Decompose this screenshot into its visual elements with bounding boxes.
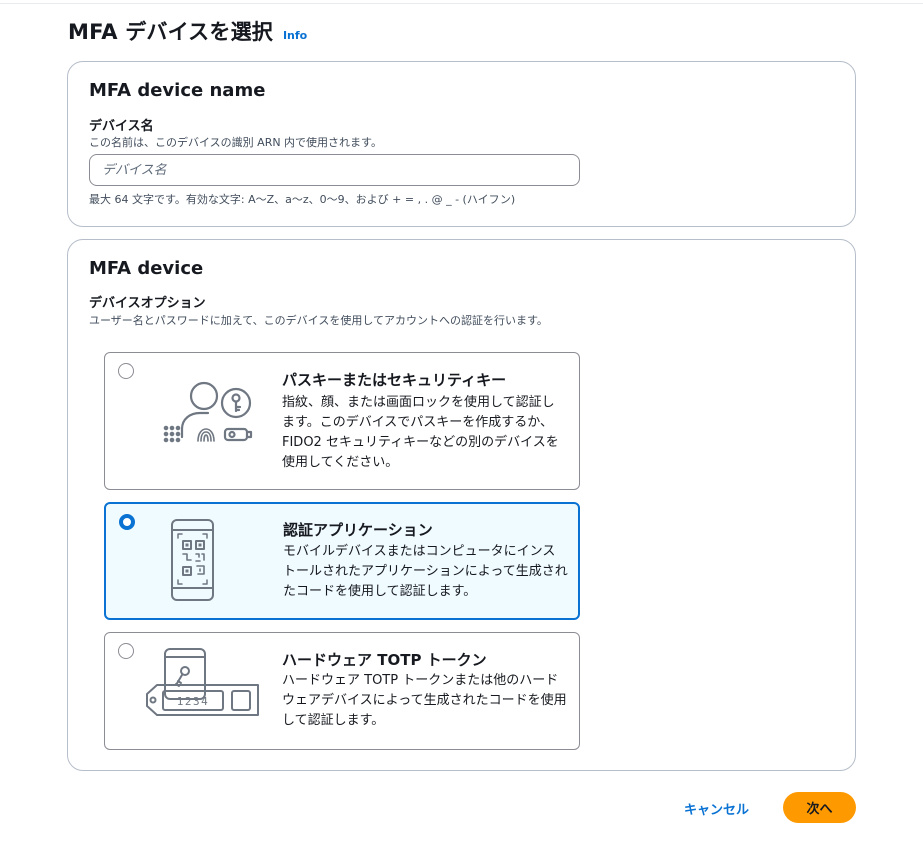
next-button[interactable]: 次へ — [783, 792, 856, 823]
device-options-description: ユーザー名とパスワードに加えて、このデバイスを使用してアカウントへの認証を行いま… — [89, 314, 548, 327]
radio-hardware-totp[interactable] — [118, 643, 134, 659]
radio-passkey[interactable] — [118, 363, 134, 379]
info-link[interactable]: Info — [283, 29, 307, 42]
device-name-section-title: MFA device name — [89, 80, 266, 101]
cancel-button[interactable]: キャンセル — [678, 794, 755, 822]
option-passkey-description: 指紋、顔、または画面ロックを使用して認証します。このデバイスでパスキーを作成する… — [282, 395, 559, 470]
hardware-token-icon: 1234 — [146, 648, 259, 716]
option-hardware-totp-title: ハードウェア TOTP トークン — [282, 651, 487, 669]
option-authenticator-app-title: 認証アプリケーション — [283, 521, 433, 539]
device-name-label: デバイス名 — [89, 119, 154, 134]
option-tile-hardware-totp[interactable]: 1234 ハードウェア TOTP トークン ハードウェア TOTP トークンまた… — [104, 632, 580, 750]
top-divider — [0, 3, 923, 4]
option-tile-passkey[interactable]: パスキーまたはセキュリティキー 指紋、顔、または画面ロックを使用して認証します。… — [104, 352, 580, 490]
device-name-constraint: 最大 64 文字です。有効な文字: A〜Z、a〜z、0〜9、および + = , … — [89, 193, 516, 206]
option-hardware-totp-description: ハードウェア TOTP トークンまたは他のハードウェアデバイスによって生成された… — [282, 673, 567, 728]
option-authenticator-app-description: モバイルデバイスまたはコンピュータにインストールされたアプリケーションによって生… — [283, 544, 568, 599]
device-name-description: この名前は、このデバイスの識別 ARN 内で使用されます。 — [89, 136, 382, 149]
authenticator-app-icon — [171, 519, 214, 601]
mfa-device-container: MFA device デバイスオプション ユーザー名とパスワードに加えて、このデ… — [67, 239, 856, 771]
device-name-container: MFA device name デバイス名 この名前は、このデバイスの識別 AR… — [67, 61, 856, 227]
mfa-device-section-title: MFA device — [89, 258, 204, 279]
option-tile-authenticator-app[interactable]: 認証アプリケーション モバイルデバイスまたはコンピュータにインストールされたアプ… — [104, 502, 580, 620]
page-header: MFA デバイスを選択 Info — [68, 16, 307, 46]
option-passkey-title: パスキーまたはセキュリティキー — [282, 371, 507, 389]
passkey-icon — [163, 381, 253, 443]
device-options-label: デバイスオプション — [89, 296, 206, 311]
radio-authenticator-app[interactable] — [119, 514, 135, 530]
device-name-input[interactable] — [89, 154, 580, 186]
page-title: MFA デバイスを選択 — [68, 20, 273, 44]
token-display-digits: 1234 — [177, 695, 210, 708]
